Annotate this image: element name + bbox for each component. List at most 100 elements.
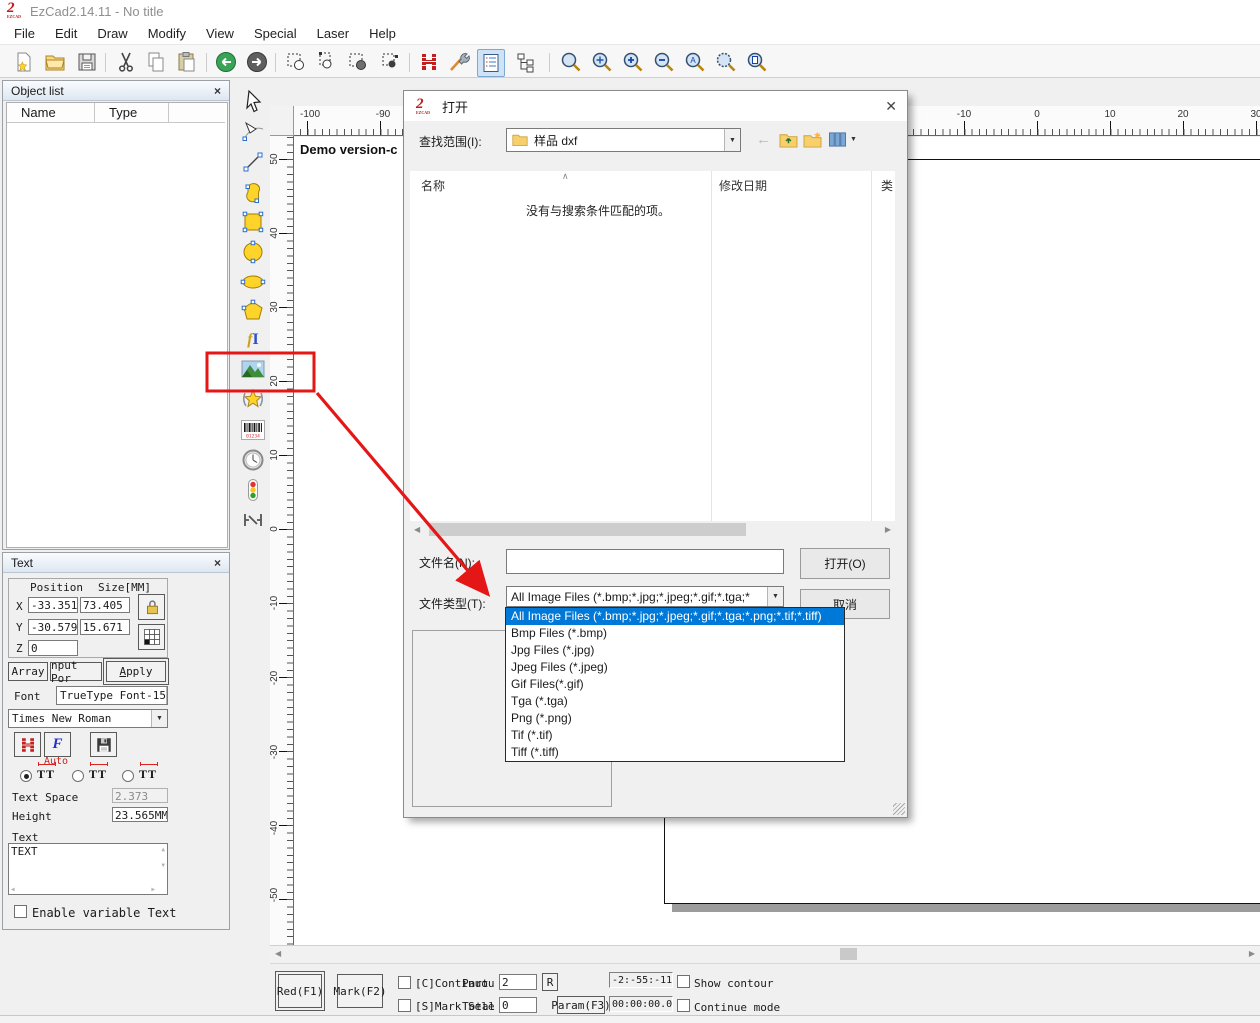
param-button[interactable]: Param(F3) — [557, 996, 605, 1014]
input-port-tab-button[interactable]: nput Por — [50, 662, 102, 681]
paste-icon[interactable] — [174, 49, 200, 75]
chevron-down-icon[interactable]: ▼ — [767, 587, 783, 606]
chevron-down-icon[interactable]: ▼ — [724, 129, 740, 151]
enable-variable-text-checkbox[interactable] — [14, 905, 27, 918]
menu-laser[interactable]: Laser — [307, 24, 360, 43]
node-select-icon[interactable] — [283, 49, 309, 75]
continue-mode-checkbox[interactable] — [677, 999, 690, 1012]
width-space-radio[interactable] — [122, 770, 134, 782]
curve-tool[interactable] — [238, 178, 268, 206]
hatch-text-button[interactable] — [14, 732, 41, 757]
font-style-button[interactable]: F — [44, 732, 71, 757]
continuous-checkbox[interactable] — [398, 976, 411, 989]
scroll-right-icon[interactable]: ▶ — [151, 886, 155, 893]
column-header-type[interactable]: Type — [95, 103, 169, 123]
zoom-in-icon[interactable] — [620, 49, 646, 75]
z-position-field[interactable]: 0 — [28, 640, 78, 656]
zoom-out-icon[interactable] — [651, 49, 677, 75]
red-light-button[interactable]: Red(F1) — [278, 974, 322, 1008]
resize-grip[interactable] — [893, 803, 905, 815]
close-icon[interactable]: × — [214, 556, 221, 570]
file-type-option[interactable]: Bmp Files (*.bmp) — [506, 625, 844, 642]
barcode-tool[interactable]: 01234 — [238, 416, 268, 444]
show-contour-checkbox[interactable] — [677, 975, 690, 988]
select-tool[interactable] — [238, 88, 268, 116]
system-parameters-icon[interactable] — [446, 49, 472, 75]
input-output-tool[interactable] — [238, 476, 268, 504]
save-icon[interactable] — [74, 49, 100, 75]
file-list[interactable]: 名称 ∧ 修改日期 类 没有与搜索条件匹配的项。 — [410, 171, 895, 521]
ellipse-tool[interactable] — [238, 268, 268, 296]
object-list-toggle-icon[interactable] — [477, 49, 505, 77]
file-type-select[interactable]: All Image Files (*.bmp;*.jpg;*.jpeg;*.gi… — [506, 586, 784, 607]
save-text-button[interactable] — [90, 732, 117, 757]
chevron-down-icon[interactable]: ▼ — [151, 710, 167, 727]
file-type-option[interactable]: Jpeg Files (*.jpeg) — [506, 659, 844, 676]
y-position-field[interactable]: -30.579 — [28, 619, 78, 635]
file-type-option[interactable]: Gif Files(*.gif) — [506, 676, 844, 693]
column-divider[interactable] — [871, 171, 872, 521]
char-space-radio[interactable] — [72, 770, 84, 782]
new-folder-icon[interactable] — [803, 131, 822, 151]
font-type-select[interactable]: TrueType Font-15 ▼ — [56, 686, 168, 705]
x-position-field[interactable]: -33.351 — [28, 597, 78, 613]
dialog-titlebar[interactable]: 2EZCAD 打开 ✕ — [404, 91, 907, 121]
delay-tool[interactable] — [238, 446, 268, 474]
open-file-icon[interactable] — [42, 49, 68, 75]
new-document-icon[interactable] — [10, 49, 36, 75]
text-content-area[interactable]: TEXT ▲ ▼ ◀ ▶ — [8, 843, 168, 895]
polygon-tool[interactable] — [238, 297, 268, 325]
x-size-field[interactable]: 73.405 — [80, 597, 130, 613]
part-count-field[interactable]: 2 — [499, 974, 537, 990]
scrollbar-thumb[interactable] — [840, 948, 857, 960]
lock-size-button[interactable] — [138, 594, 165, 620]
column-divider[interactable] — [711, 171, 712, 521]
file-type-option[interactable]: Png (*.png) — [506, 710, 844, 727]
scroll-down-icon[interactable]: ▼ — [161, 862, 165, 869]
menu-file[interactable]: File — [4, 24, 45, 43]
scroll-left-icon[interactable]: ◀ — [275, 949, 281, 958]
height-field[interactable]: 23.565MM — [112, 807, 168, 822]
rectangle-tool[interactable] — [238, 208, 268, 236]
zoom-page-icon[interactable] — [744, 49, 770, 75]
node-combine-icon[interactable] — [377, 49, 403, 75]
text-tool[interactable]: fI — [238, 326, 268, 354]
file-name-input[interactable] — [506, 549, 784, 574]
vector-file-tool[interactable] — [238, 386, 268, 414]
array-tab-button[interactable]: Array — [8, 662, 48, 681]
node-add-icon[interactable] — [314, 49, 340, 75]
scroll-right-icon[interactable]: ▶ — [885, 525, 891, 534]
date-column-header[interactable]: 修改日期 — [719, 177, 767, 194]
cut-icon[interactable] — [113, 49, 139, 75]
file-type-option[interactable]: Tga (*.tga) — [506, 693, 844, 710]
redo-icon[interactable] — [244, 49, 270, 75]
node-edit-tool[interactable] — [238, 118, 268, 146]
menu-modify[interactable]: Modify — [138, 24, 196, 43]
menu-help[interactable]: Help — [359, 24, 406, 43]
up-folder-icon[interactable] — [779, 131, 798, 151]
scroll-left-icon[interactable]: ◀ — [414, 525, 420, 534]
file-list-scrollbar[interactable]: ◀ ▶ — [410, 521, 895, 538]
look-in-select[interactable]: 样品 dxf ▼ — [506, 128, 741, 152]
name-column-header[interactable]: 名称 — [421, 177, 445, 194]
file-type-option[interactable]: Jpg Files (*.jpg) — [506, 642, 844, 659]
copy-icon[interactable] — [143, 49, 169, 75]
canvas-horizontal-scrollbar[interactable]: ◀ ▶ — [270, 945, 1260, 962]
zoom-window-icon[interactable] — [558, 49, 584, 75]
scroll-right-icon[interactable]: ▶ — [1249, 949, 1255, 958]
zoom-all-icon[interactable]: A — [682, 49, 708, 75]
view-menu-icon[interactable]: ▼ — [828, 131, 857, 148]
axis-tool[interactable] — [238, 506, 268, 534]
mark-button[interactable]: Mark(F2) — [337, 974, 383, 1008]
scroll-left-icon[interactable]: ◀ — [11, 886, 15, 893]
font-name-select[interactable]: Times New Roman ▼ — [8, 709, 168, 728]
menu-draw[interactable]: Draw — [87, 24, 137, 43]
circle-tool[interactable] — [238, 238, 268, 266]
node-delete-icon[interactable] — [345, 49, 371, 75]
undo-icon[interactable] — [213, 49, 239, 75]
file-type-option[interactable]: Tiff (*.tiff) — [506, 744, 844, 761]
anchor-point-button[interactable] — [138, 624, 165, 650]
close-icon[interactable]: × — [214, 84, 221, 98]
mark-structure-icon[interactable] — [513, 49, 539, 75]
total-count-field[interactable]: 0 — [499, 997, 537, 1013]
